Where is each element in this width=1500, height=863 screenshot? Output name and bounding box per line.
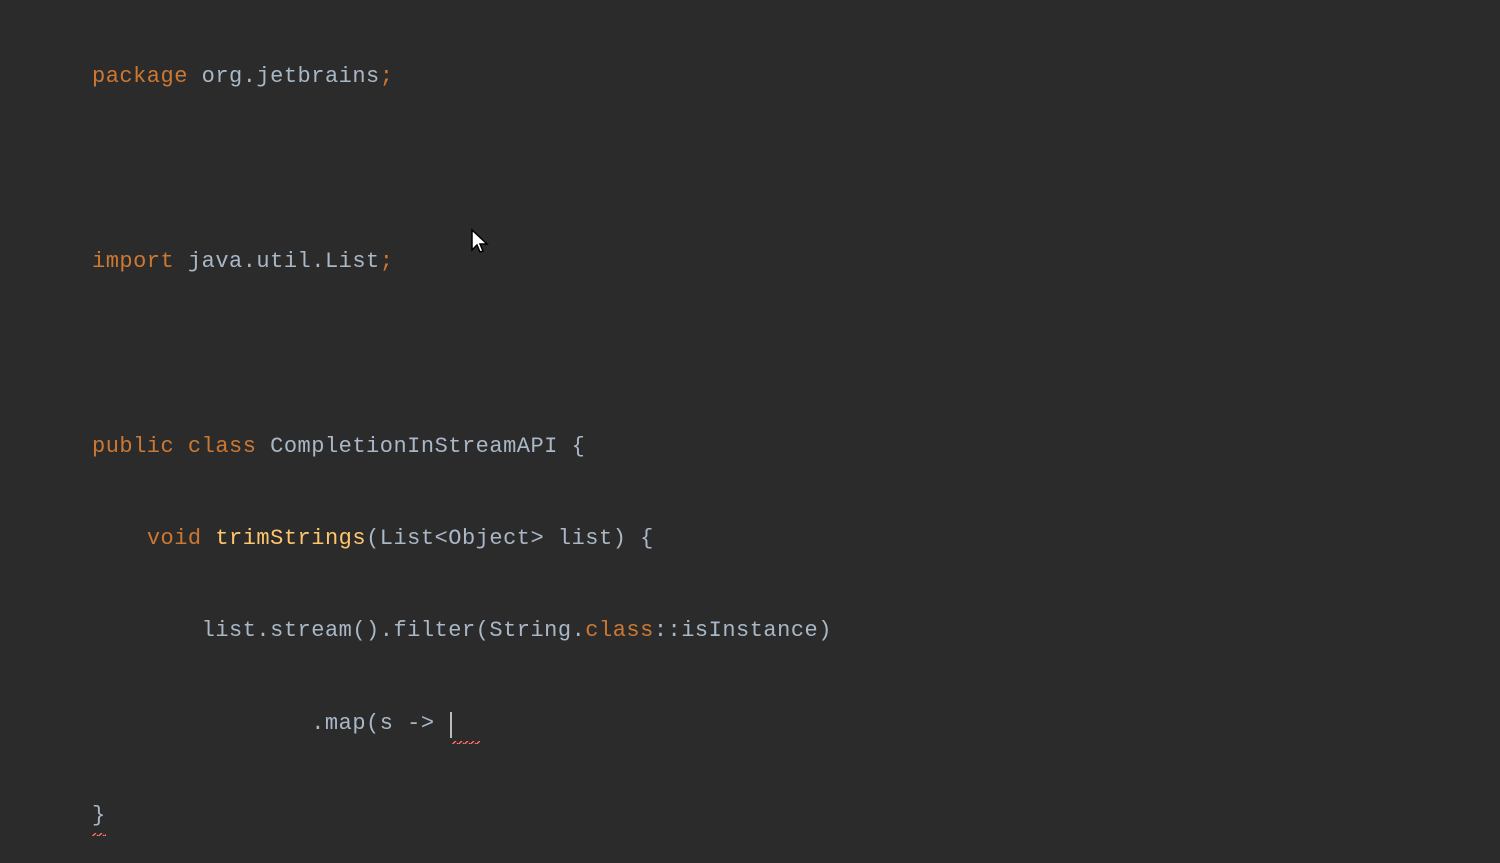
code-line[interactable]: list.stream().filter(String.class::isIns… — [92, 616, 1500, 647]
keyword: import — [92, 249, 174, 274]
code-line[interactable]: void trimStrings(List<Object> list) { — [92, 524, 1500, 555]
indent — [92, 711, 311, 736]
text — [256, 434, 270, 459]
indent — [92, 526, 147, 551]
code-line[interactable]: public class CompletionInStreamAPI { — [92, 432, 1500, 463]
keyword: public class — [92, 434, 256, 459]
package-name: org.jetbrains — [202, 64, 380, 89]
blank-line[interactable] — [92, 154, 1500, 185]
blank-line[interactable] — [92, 339, 1500, 370]
text — [188, 64, 202, 89]
indent — [92, 618, 202, 643]
code-line[interactable]: package org.jetbrains; — [92, 62, 1500, 93]
text — [174, 249, 188, 274]
semicolon: ; — [380, 249, 394, 274]
code-editor[interactable]: package org.jetbrains; import java.util.… — [0, 0, 1500, 863]
brace-error: } — [92, 801, 106, 832]
import-path: java.util.List — [188, 249, 380, 274]
params: (List<Object> list) { — [366, 526, 654, 551]
text — [202, 526, 216, 551]
method-name: trimStrings — [215, 526, 366, 551]
brace: { — [558, 434, 585, 459]
keyword: void — [147, 526, 202, 551]
error-squiggle — [452, 709, 479, 740]
text: list.stream().filter(String. — [202, 618, 586, 643]
text: .map(s -> — [311, 711, 448, 736]
text: ::isInstance) — [654, 618, 832, 643]
keyword: package — [92, 64, 188, 89]
class-name: CompletionInStreamAPI — [270, 434, 558, 459]
code-line[interactable]: .map(s -> — [92, 709, 1500, 740]
keyword: class — [585, 618, 654, 643]
code-line[interactable]: import java.util.List; — [92, 247, 1500, 278]
semicolon: ; — [380, 64, 394, 89]
code-line[interactable]: } — [92, 801, 1500, 832]
